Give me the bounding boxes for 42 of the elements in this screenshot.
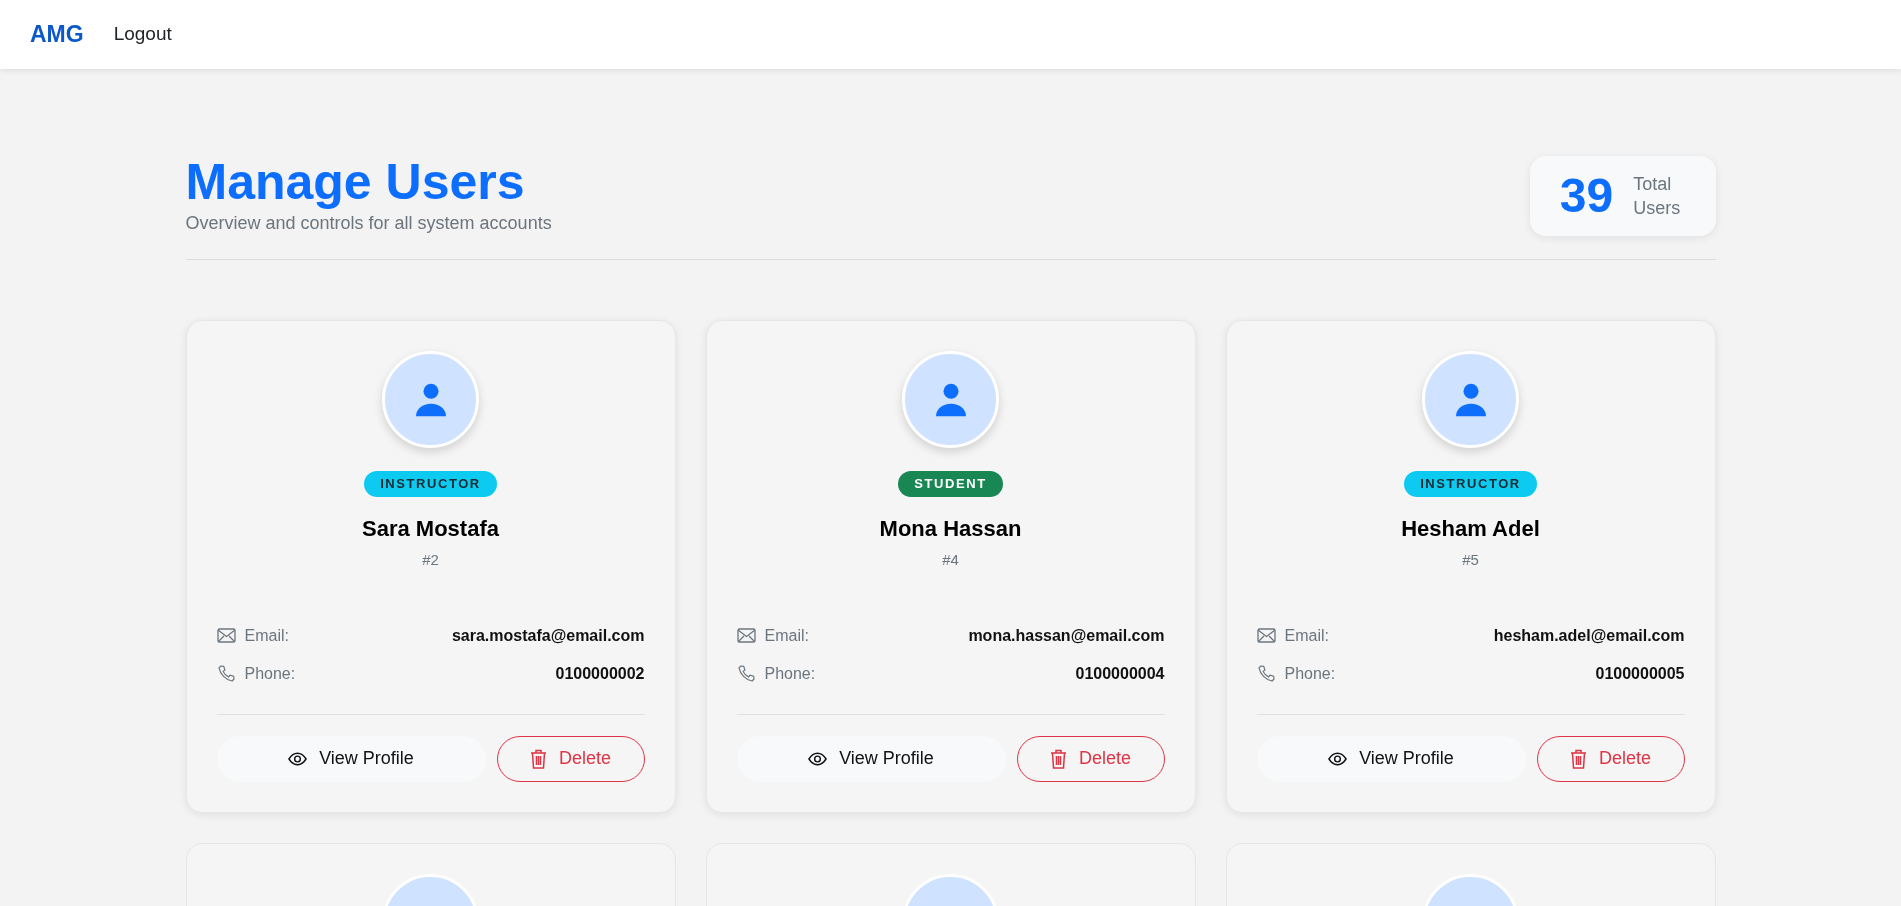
trash-icon [1570, 748, 1587, 769]
email-value: sara.mostafa@email.com [451, 625, 645, 646]
total-label: Total Users [1633, 172, 1682, 220]
phone-icon [216, 664, 236, 683]
view-profile-button[interactable]: View Profile [216, 735, 486, 782]
role-badge: INSTRUCTOR [1404, 471, 1537, 497]
phone-value: 0100000004 [1075, 663, 1165, 684]
mail-icon [1256, 628, 1276, 643]
phone-label: Phone: [1284, 663, 1336, 684]
eye-icon [288, 751, 308, 766]
email-label: Email: [1284, 625, 1329, 646]
brand-link[interactable]: AMG [30, 17, 84, 52]
phone-value: 0100000002 [555, 663, 645, 684]
role-badge: STUDENT [898, 471, 1003, 497]
eye-icon [808, 751, 828, 766]
role-badge: INSTRUCTOR [364, 471, 497, 497]
trash-icon [530, 748, 547, 769]
page-subtitle: Overview and controls for all system accounts [185, 212, 552, 235]
user-id: #4 [942, 550, 959, 570]
email-label: Email: [244, 625, 289, 646]
phone-label: Phone: [244, 663, 296, 684]
email-label: Email: [764, 625, 809, 646]
phone-icon [1256, 664, 1276, 683]
nav-link[interactable]: Logout [113, 20, 172, 49]
phone-label: Phone: [764, 663, 816, 684]
view-profile-button[interactable]: View Profile [1256, 735, 1526, 782]
user-name: Mona Hassan [879, 515, 1022, 543]
mail-icon [736, 628, 756, 643]
trash-icon [1050, 748, 1067, 769]
phone-value: 0100000005 [1595, 663, 1685, 684]
user-id: #2 [422, 550, 439, 570]
user-name: Hesham Adel [1401, 515, 1540, 543]
email-value: mona.hassan@email.com [968, 625, 1165, 646]
total-count: 39 [1559, 167, 1614, 224]
email-value: hesham.adel@email.com [1493, 625, 1685, 646]
mail-icon [216, 628, 236, 643]
view-profile-button[interactable]: View Profile [736, 735, 1006, 782]
user-name: Sara Mostafa [362, 515, 499, 543]
phone-icon [736, 664, 756, 683]
user-id: #5 [1462, 550, 1479, 570]
eye-icon [1328, 751, 1348, 766]
page-title: Manage Users [185, 154, 526, 210]
